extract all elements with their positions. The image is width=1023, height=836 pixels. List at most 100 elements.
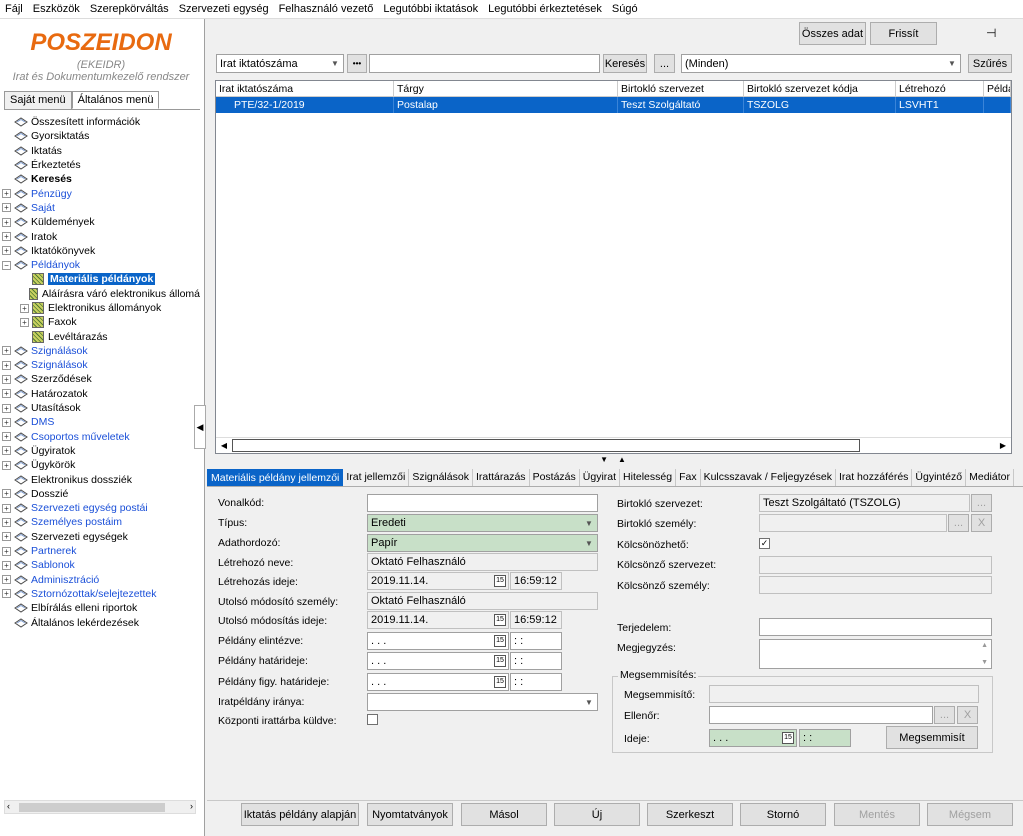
column-header[interactable]: Tárgy [394, 81, 618, 96]
tree-item[interactable]: + Faxok [2, 315, 200, 329]
expand-icon[interactable]: + [2, 560, 11, 570]
tree-item[interactable]: + Személyes postáim [2, 515, 200, 529]
terjedelem-input[interactable] [759, 618, 992, 636]
nyomtatvanyok-button[interactable]: Nyomtatványok [367, 803, 453, 826]
expand-icon[interactable]: + [2, 189, 11, 199]
more-options-button[interactable]: ••• [347, 54, 367, 73]
tree-item[interactable]: Elektronikus dossziék [2, 472, 200, 486]
figy-hatarido-time[interactable]: : : [510, 673, 562, 691]
splitter-arrows[interactable]: ▼ ▲ [591, 455, 635, 465]
elintezve-date[interactable]: . . . [367, 632, 509, 650]
iktatas-peldany-alapjan-button[interactable]: Iktatás példány alapján [241, 803, 359, 826]
expand-icon[interactable]: − [2, 260, 11, 270]
ellenor-input[interactable] [709, 706, 933, 724]
tab-10[interactable]: Ügyintéző [912, 469, 967, 486]
tab-sajat-menu[interactable]: Saját menü [4, 91, 72, 109]
tab-5[interactable]: Ügyirat [580, 469, 621, 486]
tab-6[interactable]: Hitelesség [620, 469, 677, 486]
menu-item-5[interactable]: Legutóbbi iktatások [378, 3, 483, 15]
mentes-button[interactable]: Mentés [834, 803, 920, 826]
expand-icon[interactable]: + [2, 446, 11, 456]
tree-item[interactable]: + Küldemények [2, 215, 200, 229]
tree-item[interactable]: + Szervezeti egység postái [2, 501, 200, 515]
scroll-left-icon[interactable]: ‹ [7, 801, 10, 811]
calendar-icon[interactable]: 15 [782, 732, 794, 744]
vonalkod-input[interactable] [367, 494, 598, 512]
expand-icon[interactable]: + [2, 246, 11, 256]
tree-item[interactable]: + Határozatok [2, 387, 200, 401]
calendar-icon[interactable]: 15 [494, 614, 506, 626]
tree-item[interactable]: + Partnerek [2, 544, 200, 558]
storno-button[interactable]: Stornó [740, 803, 826, 826]
expand-icon[interactable]: + [2, 374, 11, 384]
tree-item[interactable]: Iktatás [2, 144, 200, 158]
tree-item[interactable]: + Pénzügy [2, 186, 200, 200]
masol-button[interactable]: Másol [461, 803, 547, 826]
pin-icon[interactable]: ⊣ [986, 26, 996, 40]
search-button[interactable]: Keresés [603, 54, 647, 73]
column-header[interactable]: Birtokló szervezet kódja [744, 81, 896, 96]
tree-item[interactable]: + Sablonok [2, 558, 200, 572]
calendar-icon[interactable]: 15 [494, 676, 506, 688]
expand-icon[interactable]: + [2, 217, 11, 227]
tab-4[interactable]: Postázás [530, 469, 580, 486]
tab-0[interactable]: Materiális példány jellemzői [207, 469, 344, 486]
scroll-up-icon[interactable]: ▲ [981, 642, 988, 649]
tree-item[interactable]: + Csoportos műveletek [2, 430, 200, 444]
expand-icon[interactable]: + [20, 303, 29, 313]
filter-button[interactable]: Szűrés [968, 54, 1012, 73]
expand-icon[interactable]: + [2, 360, 11, 370]
expand-icon[interactable]: + [2, 389, 11, 399]
column-header[interactable]: Létrehozó [896, 81, 984, 96]
tree-item[interactable]: Aláírásra váró elektronikus állomá [2, 287, 200, 301]
expand-icon[interactable]: + [2, 232, 11, 242]
tree-item[interactable]: Elbírálás elleni riportok [2, 601, 200, 615]
tipus-combo[interactable]: Eredeti ▼ [367, 514, 598, 532]
ideje-time[interactable]: : : [799, 729, 851, 747]
tree-item[interactable]: Levéltárazás [2, 329, 200, 343]
expand-icon[interactable]: + [2, 589, 11, 599]
tab-9[interactable]: Irat hozzáférés [836, 469, 913, 486]
hatarido-time[interactable]: : : [510, 652, 562, 670]
osszes-adat-button[interactable]: Összes adat [799, 22, 866, 45]
menu-item-3[interactable]: Szervezeti egység [174, 3, 274, 15]
uj-button[interactable]: Új [554, 803, 640, 826]
tree-item[interactable]: + DMS [2, 415, 200, 429]
tree-item[interactable]: + Elektronikus állományok [2, 301, 200, 315]
expand-icon[interactable]: + [2, 417, 11, 427]
tree-item[interactable]: + Saját [2, 201, 200, 215]
expand-icon[interactable]: + [2, 346, 11, 356]
search-field-combo[interactable]: Irat iktatószáma ▼ [216, 54, 344, 73]
tree-item[interactable]: + Sztornózottak/selejtezettek [2, 587, 200, 601]
tree-item[interactable]: + Ügykörök [2, 458, 200, 472]
tab-2[interactable]: Szignálások [409, 469, 473, 486]
menu-item-7[interactable]: Súgó [607, 3, 643, 15]
sidebar-scrollbar[interactable]: ‹ › [4, 800, 196, 814]
tree-item[interactable]: + Szerződések [2, 372, 200, 386]
birt-szerv-ellipsis[interactable]: ... [971, 494, 992, 512]
tree-item[interactable]: Általános lekérdezések [2, 615, 200, 629]
expand-icon[interactable]: + [2, 503, 11, 513]
ellenor-clear[interactable]: X [957, 706, 978, 724]
figy-hatarido-date[interactable]: . . . [367, 673, 509, 691]
frissit-button[interactable]: Frissít [870, 22, 937, 45]
birt-szem-ellipsis[interactable]: ... [948, 514, 969, 532]
tree-item[interactable]: + Dosszié [2, 487, 200, 501]
calendar-icon[interactable]: 15 [494, 635, 506, 647]
megsemmisit-button[interactable]: Megsemmisít [886, 726, 978, 749]
expand-icon[interactable]: + [2, 403, 11, 413]
expand-icon[interactable]: + [20, 317, 29, 327]
tab-altalanos-menu[interactable]: Általános menü [71, 91, 160, 109]
filter-combo[interactable]: (Minden) ▼ [681, 54, 961, 73]
tree-item[interactable]: Materiális példányok [2, 272, 200, 286]
down-arrow-icon[interactable]: ▼ [600, 455, 608, 465]
scroll-thumb[interactable] [232, 439, 860, 452]
tree-item[interactable]: − Példányok [2, 258, 200, 272]
expand-icon[interactable]: + [2, 432, 11, 442]
grid-scrollbar[interactable]: ◀ ▶ [216, 437, 1011, 453]
kolcson-checkbox[interactable]: ✓ [759, 538, 770, 549]
tab-7[interactable]: Fax [676, 469, 701, 486]
expand-icon[interactable]: + [2, 517, 11, 527]
birt-szem-clear[interactable]: X [971, 514, 992, 532]
tree-item[interactable]: + Ügyiratok [2, 444, 200, 458]
